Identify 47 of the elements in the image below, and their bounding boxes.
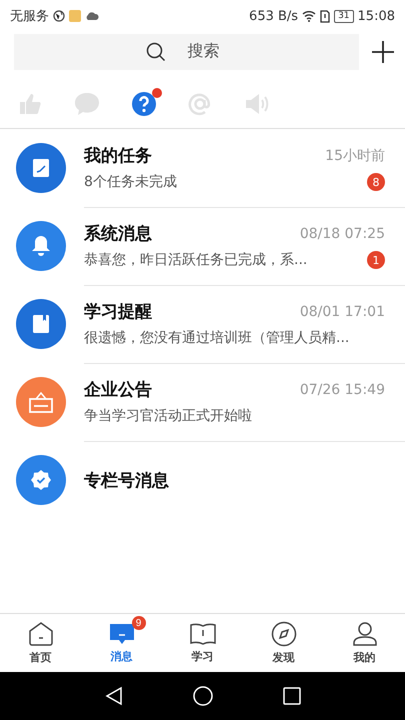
message-preview: 恭喜您，昨日活跃任务已完成，系... <box>84 251 308 269</box>
sim-alert-icon <box>320 10 330 22</box>
unread-count: 9 <box>132 616 146 630</box>
wifi-icon <box>302 10 316 22</box>
network-speed: 653 B/s <box>249 8 298 24</box>
message-title: 专栏号消息 <box>84 470 169 492</box>
home-button[interactable] <box>192 686 212 706</box>
message-title: 企业公告 <box>84 379 152 401</box>
back-button[interactable] <box>104 686 122 706</box>
message-time: 08/18 07:25 <box>300 226 385 242</box>
unread-count: 8 <box>367 173 385 191</box>
message-title: 学习提醒 <box>84 301 152 323</box>
message-preview: 很遗憾，您没有通过培训班（管理人员精... <box>84 329 350 347</box>
compass-icon <box>270 621 296 647</box>
message-time: 07/26 15:49 <box>300 382 385 398</box>
message-preview: 8个任务未完成 <box>84 173 177 191</box>
question-icon <box>132 92 156 116</box>
message-time: 15小时前 <box>325 146 385 164</box>
add-button[interactable] <box>371 40 395 64</box>
message-title: 系统消息 <box>84 223 152 245</box>
search-field[interactable]: 搜索 <box>14 34 359 70</box>
message-title: 我的任务 <box>84 145 152 167</box>
clock-time: 15:08 <box>358 8 395 24</box>
cloud-icon <box>85 11 99 21</box>
home-icon <box>28 621 54 647</box>
note-icon <box>32 158 50 178</box>
message-icon <box>108 622 136 646</box>
recents-button[interactable] <box>282 687 300 705</box>
category-button[interactable] <box>132 88 162 116</box>
signboard-icon <box>28 390 54 414</box>
chat-bubble-icon <box>74 92 100 116</box>
search-icon <box>146 42 166 62</box>
at-sign-icon <box>188 92 212 116</box>
open-book-icon <box>188 622 216 646</box>
battery-level: 31 <box>334 10 354 22</box>
thumbs-up-icon <box>18 92 42 116</box>
bell-icon <box>31 235 51 257</box>
verified-badge-icon <box>30 469 52 491</box>
book-icon <box>32 314 50 334</box>
globe-icon <box>53 10 65 22</box>
notification-icon <box>69 10 81 22</box>
speaker-icon <box>244 92 270 116</box>
unread-count: 1 <box>367 251 385 269</box>
message-time: 08/01 17:01 <box>300 304 385 320</box>
message-preview: 争当学习官活动正式开始啦 <box>84 407 252 425</box>
person-icon <box>352 621 378 647</box>
carrier-text: 无服务 <box>10 8 49 25</box>
